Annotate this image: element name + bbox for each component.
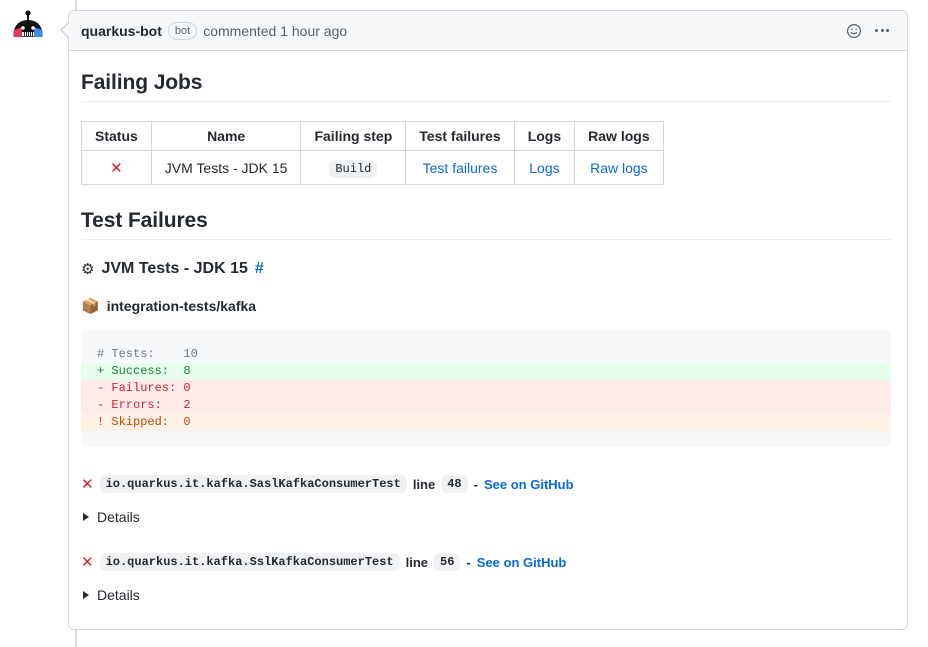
line-label: line: [412, 476, 436, 492]
cell-raw-logs: Raw logs: [574, 150, 664, 185]
line-number: 48: [441, 475, 468, 493]
see-on-github-link[interactable]: See on GitHub: [484, 477, 574, 492]
failure-details-disclosure[interactable]: Details: [81, 587, 891, 603]
details-label: Details: [97, 587, 140, 603]
cell-status: ✕: [81, 150, 152, 185]
x-mark-icon: ✕: [81, 553, 94, 571]
comment-bubble-arrow: [61, 22, 70, 38]
details-label: Details: [97, 509, 140, 525]
triangle-right-icon: [83, 513, 89, 521]
details-summary[interactable]: Details: [81, 587, 891, 603]
line-number: 56: [434, 553, 461, 571]
details-summary[interactable]: Details: [81, 509, 891, 525]
kebab-menu-icon[interactable]: [869, 18, 895, 44]
failure-details-disclosure[interactable]: Details: [81, 509, 891, 525]
failure-row: ✕ io.quarkus.it.kafka.SaslKafkaConsumerT…: [81, 475, 891, 493]
triangle-right-icon: [83, 591, 89, 599]
summary-line-tests: # Tests: 10: [97, 347, 198, 361]
smiley-icon[interactable]: [841, 18, 867, 44]
cell-logs: Logs: [513, 150, 576, 185]
module-name: integration-tests/kafka: [106, 298, 257, 314]
separator-dash: -: [466, 554, 471, 570]
table-header-row: Status Name Failing step Test failures L…: [81, 121, 664, 151]
test-class-name: io.quarkus.it.kafka.SslKafkaConsumerTest: [99, 553, 400, 571]
comment-page: quarkus-bot bot commented 1 hour ago Fai…: [0, 0, 928, 647]
column-header-name: Name: [150, 121, 302, 151]
comment-author[interactable]: quarkus-bot: [81, 23, 162, 39]
failing-step-badge: Build: [329, 160, 378, 178]
column-header-logs: Logs: [513, 121, 576, 151]
quarkus-bot-avatar-icon: [8, 8, 48, 48]
module-heading: 📦 integration-tests/kafka: [81, 298, 891, 314]
raw-logs-link[interactable]: Raw logs: [590, 160, 648, 176]
table-row: ✕ JVM Tests - JDK 15 Build Test failures…: [81, 150, 664, 185]
anchor-link[interactable]: #: [255, 260, 264, 278]
see-on-github-link[interactable]: See on GitHub: [477, 555, 567, 570]
avatar[interactable]: [8, 8, 48, 48]
cell-job-name: JVM Tests - JDK 15: [150, 150, 302, 185]
cell-failing-step: Build: [300, 150, 407, 185]
logs-link[interactable]: Logs: [529, 160, 559, 176]
failing-jobs-table: Status Name Failing step Test failures L…: [81, 121, 664, 185]
separator-dash: -: [473, 476, 478, 492]
column-header-status: Status: [81, 121, 152, 151]
job-failure-heading: ⚙ JVM Tests - JDK 15 #: [81, 260, 891, 278]
x-mark-icon: ✕: [81, 475, 94, 493]
comment-timestamp: commented 1 hour ago: [203, 22, 348, 39]
comment-body: Failing Jobs Status Name Failing step Te…: [69, 51, 907, 603]
bot-badge: bot: [167, 21, 198, 40]
cell-test-failures: Test failures: [405, 150, 515, 185]
summary-line-errors: - Errors: 2: [81, 397, 891, 414]
column-header-test-failures: Test failures: [405, 121, 515, 151]
test-failures-heading: Test Failures: [81, 209, 891, 240]
column-header-raw-logs: Raw logs: [574, 121, 664, 151]
gear-emoji-icon: ⚙: [81, 259, 95, 278]
comment-container: quarkus-bot bot commented 1 hour ago Fai…: [68, 10, 908, 630]
failure-row: ✕ io.quarkus.it.kafka.SslKafkaConsumerTe…: [81, 553, 891, 571]
summary-line-failures: - Failures: 0: [81, 380, 891, 397]
column-header-failing-step: Failing step: [300, 121, 407, 151]
job-failure-title: JVM Tests - JDK 15: [101, 260, 248, 277]
test-class-name: io.quarkus.it.kafka.SaslKafkaConsumerTes…: [99, 475, 407, 493]
package-emoji-icon: 📦: [81, 296, 100, 315]
x-mark-icon: ✕: [110, 158, 123, 177]
test-summary-codeblock: # Tests: 10 + Success: 8- Failures: 0- Er…: [81, 330, 891, 447]
test-failures-link[interactable]: Test failures: [423, 160, 498, 176]
line-label: line: [405, 554, 429, 570]
failing-jobs-heading: Failing Jobs: [81, 71, 891, 102]
summary-line-success: + Success: 8: [81, 363, 891, 380]
comment-header: quarkus-bot bot commented 1 hour ago: [69, 11, 907, 51]
summary-line-skipped: ! Skipped: 0: [81, 414, 891, 431]
